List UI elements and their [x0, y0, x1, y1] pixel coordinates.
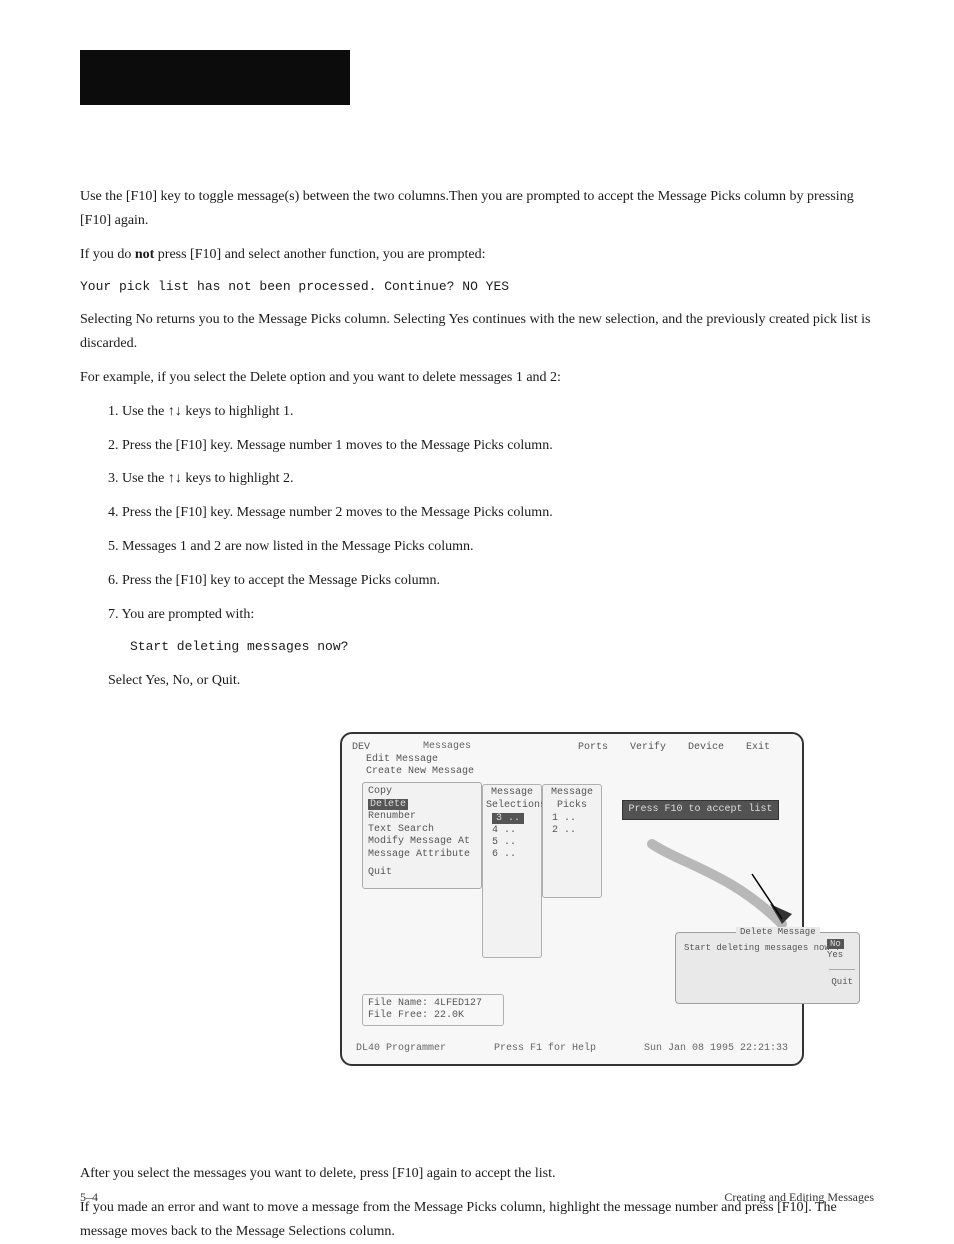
menu-item-quit[interactable]: Quit: [368, 867, 476, 880]
menu-device[interactable]: Device: [688, 742, 724, 753]
selection-item[interactable]: 3 ..: [492, 813, 538, 825]
pick-item[interactable]: 2 ..: [552, 825, 598, 837]
list-item: 2. Press the [F10] key. Message number 1…: [80, 434, 874, 458]
message-picks-column: Message Picks 1 .. 2 ..: [542, 784, 602, 898]
status-bar: DL40 Programmer Press F1 for Help Sun Ja…: [356, 1043, 788, 1054]
footer-page-number: 5–4: [80, 1190, 98, 1205]
menu-item-create-message[interactable]: Create New Message: [366, 766, 476, 778]
pick-item[interactable]: 1 ..: [552, 813, 598, 825]
message-selections-column: Message Selections 3 .. 4 .. 5 .. 6 ..: [482, 784, 542, 958]
inline-prompt: Your pick list has not been processed. C…: [80, 276, 874, 298]
list-item: Select Yes, No, or Quit.: [80, 669, 874, 693]
text-bold-not: not: [135, 247, 154, 262]
text-run: If you do: [80, 247, 131, 262]
popup-quit-button[interactable]: Quit: [831, 977, 853, 987]
list-item: 7. You are prompted with:: [80, 603, 874, 627]
selection-item[interactable]: 4 ..: [492, 825, 538, 837]
menu-item-renumber[interactable]: Renumber: [368, 811, 476, 824]
menu-item-delete[interactable]: Delete: [368, 799, 476, 812]
list-item: 6. Press the [F10] key to accept the Mes…: [80, 569, 874, 593]
menu-item-attribute[interactable]: Message Attribute: [368, 849, 476, 862]
messages-top-panel: Edit Message Create New Message: [362, 752, 480, 780]
col-header: Message: [486, 787, 538, 798]
messages-title: Messages: [417, 741, 477, 752]
menu-item-modify[interactable]: Modify Message At: [368, 836, 476, 849]
app-window: DEV Ports Verify Device Exit Messages Ed…: [340, 732, 804, 1066]
menu-item-copy[interactable]: Copy: [368, 786, 476, 799]
paragraph: If you do not press [F10] and select ano…: [80, 243, 874, 267]
col-header: Selections: [486, 800, 538, 811]
file-info-block: File Name: 4LFED127 File Free: 22.0K: [362, 994, 504, 1026]
menu-verify[interactable]: Verify: [630, 742, 666, 753]
popup-text: Start deleting messages now ?: [684, 943, 841, 953]
page-footer: 5–4 Creating and Editing Messages: [80, 1190, 874, 1205]
popup-yes-button[interactable]: Yes: [827, 950, 855, 961]
selection-item[interactable]: 5 ..: [492, 837, 538, 849]
col-header: Picks: [546, 800, 598, 811]
paragraph: After you select the messages you want t…: [80, 1162, 874, 1186]
main-body-text: Use the [F10] key to toggle message(s) b…: [80, 185, 874, 692]
list-item: 3. Use the ↑↓ keys to highlight 2.: [80, 467, 874, 491]
paragraph: For example, if you select the Delete op…: [80, 366, 874, 390]
status-right: Sun Jan 08 1995 22:21:33: [644, 1043, 788, 1054]
inline-prompt: Start deleting messages now?: [130, 636, 874, 658]
file-name-label: File Name:: [368, 998, 428, 1009]
screenshot-figure: DEV Ports Verify Device Exit Messages Ed…: [340, 732, 840, 1082]
paragraph: Use the [F10] key to toggle message(s) b…: [80, 185, 874, 233]
messages-sub-panel: Copy Delete Renumber Text Search Modify …: [362, 782, 482, 889]
status-left: DL40 Programmer: [356, 1043, 446, 1054]
status-mid: Press F1 for Help: [494, 1043, 596, 1054]
text-run: press [F10] and select another function,…: [158, 247, 486, 262]
chapter-black-bar: [80, 50, 350, 105]
list-item: 4. Press the [F10] key. Message number 2…: [80, 501, 874, 525]
popup-divider: [829, 969, 855, 970]
popup-no-button[interactable]: No: [827, 939, 855, 950]
col-header: Message: [546, 787, 598, 798]
footer-section: Creating and Editing Messages: [724, 1190, 874, 1205]
menu-item-text-search[interactable]: Text Search: [368, 824, 476, 837]
list-item: 1. Use the ↑↓ keys to highlight 1.: [80, 400, 874, 424]
file-free-value: 22.0K: [434, 1010, 464, 1021]
paragraph: Selecting No returns you to the Message …: [80, 308, 874, 356]
menu-ports[interactable]: Ports: [578, 742, 608, 753]
file-name-value: 4LFED127: [434, 998, 482, 1009]
menu-item-edit-message[interactable]: Edit Message: [366, 754, 476, 766]
delete-message-popup: Delete Message Start deleting messages n…: [675, 932, 860, 1004]
list-item: 5. Messages 1 and 2 are now listed in th…: [80, 535, 874, 559]
accept-list-prompt: Press F10 to accept list: [622, 800, 779, 820]
selection-item[interactable]: 6 ..: [492, 849, 538, 861]
popup-title: Delete Message: [736, 927, 820, 937]
menu-exit[interactable]: Exit: [746, 742, 770, 753]
file-free-label: File Free:: [368, 1010, 428, 1021]
